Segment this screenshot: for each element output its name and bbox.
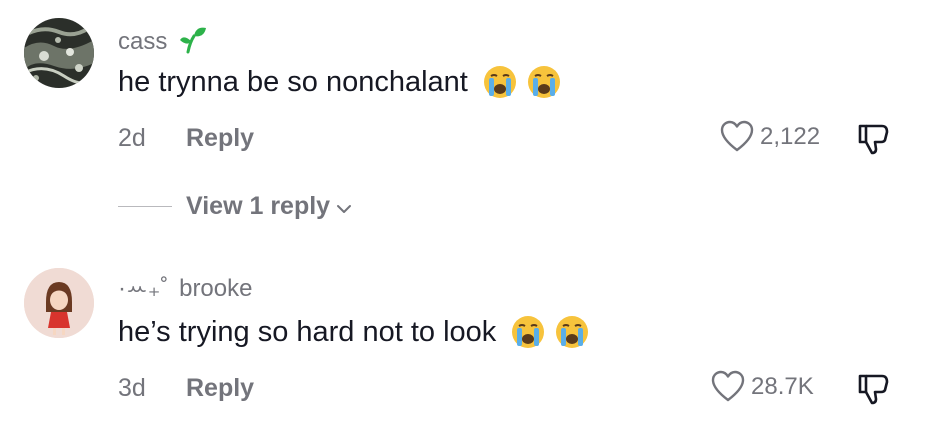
like-count: 2,122 xyxy=(760,123,821,150)
reply-button[interactable]: Reply xyxy=(186,374,254,403)
dislike-button[interactable] xyxy=(856,122,890,156)
dislike-button[interactable] xyxy=(856,372,890,406)
loudly-crying-face-icon xyxy=(483,66,516,98)
heart-icon xyxy=(720,120,754,152)
comment-item: cass he trynna be so nonchalant 2d Reply… xyxy=(0,0,925,180)
like-button[interactable]: 28.7K xyxy=(711,370,814,404)
heart-icon xyxy=(711,370,745,402)
comment-age: 3d xyxy=(118,374,146,402)
username[interactable]: cass xyxy=(118,24,208,61)
loudly-crying-face-icon xyxy=(556,316,589,348)
chevron-down-icon xyxy=(337,204,352,213)
view-replies-label[interactable]: View 1 reply xyxy=(186,192,330,221)
seedling-icon xyxy=(178,24,208,61)
thumbs-down-icon xyxy=(858,124,889,155)
comment-age: 2d xyxy=(118,124,146,152)
reply-button[interactable]: Reply xyxy=(186,124,254,153)
loudly-crying-face-icon xyxy=(527,66,560,98)
divider xyxy=(118,206,172,207)
avatar[interactable] xyxy=(24,268,94,338)
username-prefix: ·ꕀ₊˚ xyxy=(118,275,169,302)
thumbs-down-icon xyxy=(858,374,889,405)
like-count: 28.7K xyxy=(751,373,814,400)
like-button[interactable]: 2,122 xyxy=(720,120,820,154)
comment-text: he’s trying so hard not to look xyxy=(118,314,590,350)
avatar[interactable] xyxy=(24,18,94,88)
loudly-crying-face-icon xyxy=(512,316,545,348)
comment-text: he trynna be so nonchalant xyxy=(118,64,562,100)
username[interactable]: ·ꕀ₊˚ brooke xyxy=(118,274,252,303)
comment-item: ·ꕀ₊˚ brooke he’s trying so hard not to l… xyxy=(0,250,925,427)
view-replies-button[interactable]: View 1 reply xyxy=(118,192,352,221)
